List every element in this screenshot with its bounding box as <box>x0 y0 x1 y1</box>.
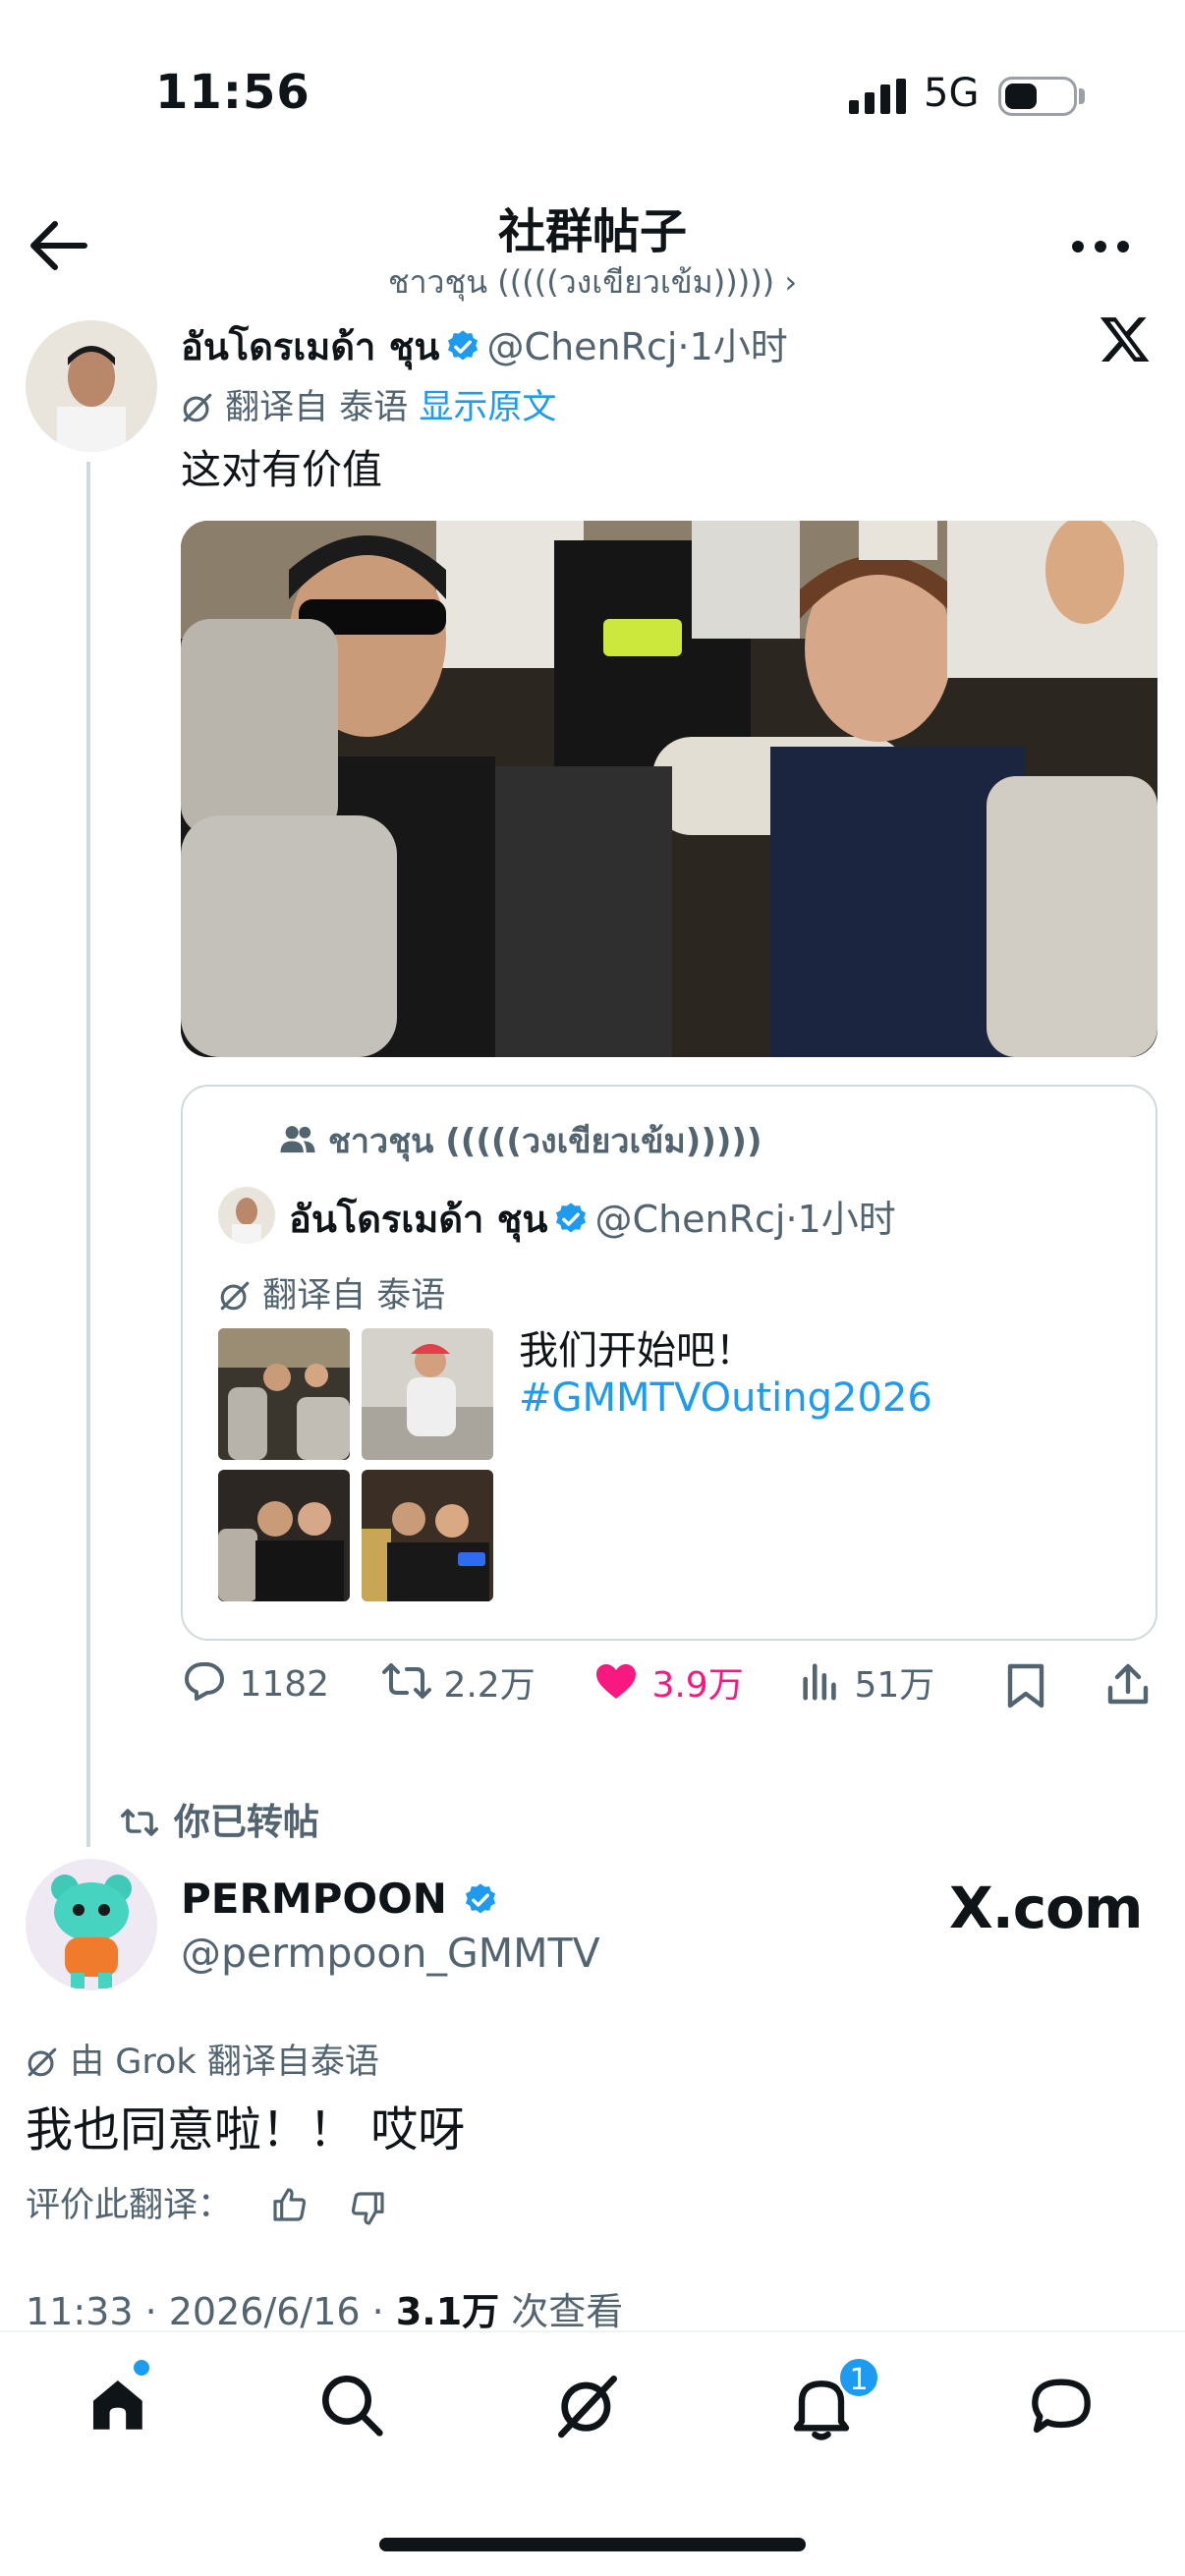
like-count: 3.9万 <box>651 1665 744 1706</box>
notifications-badge: 1 <box>837 2356 880 2399</box>
quote-community-name: ชาวชุน (((((วงเขียวเข้ม))))) <box>327 1122 762 1161</box>
quote-text: 我们开始吧！ <box>519 1328 755 1373</box>
home-indicator <box>379 2538 806 2551</box>
rate-translation-label: 评价此翻译： <box>26 2186 233 2225</box>
tweet-photo[interactable] <box>181 521 1157 1057</box>
verified-badge-icon <box>556 1203 587 1233</box>
community-link[interactable]: ชาวชุน (((((วงเขียวเข้ม))))) › <box>0 257 1185 308</box>
status-time: 11:56 <box>155 65 310 120</box>
reposted-label: 你已转帖 <box>173 1801 319 1843</box>
heart-filled-icon <box>596 1664 636 1699</box>
page-title: 社群帖子 <box>497 204 687 259</box>
tweet-text: 这对有价值 <box>181 446 382 493</box>
grok-icon <box>220 1281 250 1311</box>
quote-translated-from: 翻译自 泰语 <box>262 1276 446 1316</box>
permpoon-avatar[interactable] <box>26 1859 157 1990</box>
home-icon[interactable] <box>79 2366 157 2444</box>
post-timestamp: 11:33 · 2026/6/16 · <box>26 2290 396 2333</box>
battery-icon <box>998 77 1077 116</box>
quote-author-handle: @ChenRcj <box>594 1198 786 1241</box>
quote-avatar <box>218 1187 275 1244</box>
share-icon[interactable] <box>1104 1660 1152 1709</box>
like-button[interactable]: 3.9万 <box>592 1656 744 1708</box>
battery-nub <box>1079 88 1085 104</box>
quote-author-name: อันโดรเมด้า ชุน <box>289 1198 548 1241</box>
post-text: 我也同意啦！！ 哎呀 <box>26 2102 466 2157</box>
author-handle[interactable]: @ChenRcj <box>487 325 678 368</box>
home-unread-dot <box>134 2360 149 2376</box>
quote-image-4[interactable] <box>362 1470 493 1601</box>
thumbs-down-icon[interactable] <box>348 2189 387 2228</box>
quote-header: อันโดรเมด้า ชุน @ChenRcj·1小时 <box>289 1189 896 1249</box>
grok-icon <box>183 393 212 422</box>
messages-icon[interactable] <box>1022 2366 1100 2444</box>
grok-icon <box>28 2047 57 2077</box>
views-count: 51万 <box>854 1665 935 1706</box>
post-author[interactable]: PERMPOON <box>181 1875 499 1923</box>
repost-icon <box>120 1809 159 1836</box>
translation-line: 翻译自 泰语 显示原文 <box>181 379 556 429</box>
views-chart-icon <box>803 1663 836 1701</box>
reposted-indicator: 你已转帖 <box>118 1792 319 1845</box>
reply-icon <box>185 1662 224 1701</box>
quote-community[interactable]: ชาวชุน (((((วงเขียวเข้ม))))) <box>279 1114 762 1167</box>
avatar[interactable] <box>26 320 157 452</box>
quote-image-3[interactable] <box>218 1470 350 1601</box>
translated-from-label: 翻译自 泰语 <box>225 388 409 427</box>
post-meta: 11:33 · 2026/6/16 · 3.1万 次查看 <box>26 2281 623 2335</box>
quote-image-1[interactable] <box>218 1328 350 1460</box>
quote-translation-line: 翻译自 泰语 <box>218 1267 445 1317</box>
thread-connector <box>86 462 90 1847</box>
tweet-header: อันโดรเมด้า ชุน @ChenRcj·1小时 <box>181 316 788 376</box>
grok-translation-line: 由 Grok 翻译自泰语 <box>26 2034 379 2084</box>
quote-image-2[interactable] <box>362 1328 493 1460</box>
more-options-icon[interactable] <box>1071 240 1130 253</box>
search-icon[interactable] <box>312 2366 391 2444</box>
repost-icon <box>382 1663 431 1699</box>
x-com-watermark: X.com <box>949 1875 1143 1941</box>
tabbar-divider <box>0 2330 1185 2332</box>
bookmark-icon[interactable] <box>1004 1662 1047 1709</box>
verified-badge-icon <box>448 330 479 361</box>
post-views-label: 次查看 <box>499 2290 624 2333</box>
x-logo-icon <box>1100 317 1150 362</box>
rate-translation: 评价此翻译： <box>26 2177 387 2228</box>
post-time: ·1小时 <box>677 325 788 368</box>
post-author-name: PERMPOON <box>181 1875 447 1923</box>
verified-badge-icon <box>465 1883 495 1914</box>
reply-button[interactable]: 1182 <box>181 1656 329 1705</box>
repost-count: 2.2万 <box>443 1665 536 1706</box>
grok-tab-icon[interactable] <box>548 2366 627 2444</box>
reply-count: 1182 <box>239 1664 330 1705</box>
grok-translation-label: 由 Grok 翻译自泰语 <box>70 2043 379 2082</box>
network-label: 5G <box>924 71 980 116</box>
post-view-count: 3.1万 <box>395 2290 500 2333</box>
author-name[interactable]: อันโดรเมด้า ชุน <box>181 325 439 368</box>
community-icon <box>280 1126 315 1153</box>
repost-button[interactable]: 2.2万 <box>381 1656 536 1708</box>
signal-icon <box>849 79 906 114</box>
post-author-handle[interactable]: @permpoon_GMMTV <box>181 1930 600 1977</box>
show-original-link[interactable]: 显示原文 <box>419 388 556 427</box>
quote-time: ·1小时 <box>785 1198 896 1241</box>
thumbs-up-icon[interactable] <box>270 2185 310 2224</box>
quote-hashtag[interactable]: #GMMTVOuting2026 <box>519 1375 932 1421</box>
views-button[interactable]: 51万 <box>798 1656 934 1708</box>
